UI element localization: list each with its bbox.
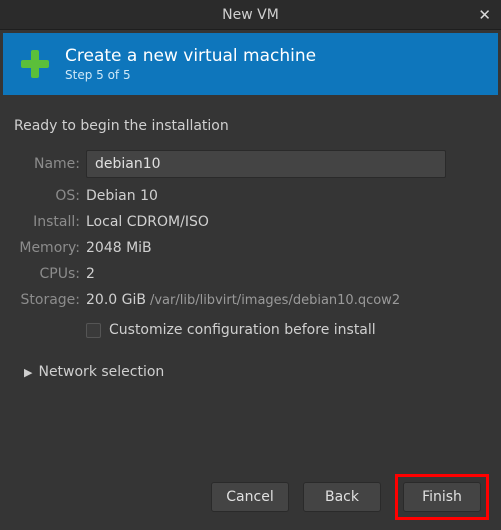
banner-text: Create a new virtual machine Step 5 of 5 xyxy=(65,46,316,82)
summary-fields: Name: OS: Debian 10 Install: Local CDROM… xyxy=(12,150,489,308)
customize-row[interactable]: Customize configuration before install xyxy=(86,322,489,338)
label-install: Install: xyxy=(12,214,80,230)
network-selection-label: Network selection xyxy=(38,364,164,380)
value-storage: 20.0 GiB/var/lib/libvirt/images/debian10… xyxy=(86,292,446,308)
name-input[interactable] xyxy=(86,150,446,178)
label-cpus: CPUs: xyxy=(12,266,80,282)
cancel-button[interactable]: Cancel xyxy=(211,482,289,512)
titlebar: New VM ✕ xyxy=(0,0,501,30)
label-storage: Storage: xyxy=(12,292,80,308)
network-selection-expander[interactable]: ▶ Network selection xyxy=(12,364,489,380)
finish-button[interactable]: Finish xyxy=(403,482,481,512)
banner-title: Create a new virtual machine xyxy=(65,46,316,66)
customize-label: Customize configuration before install xyxy=(109,322,376,338)
label-memory: Memory: xyxy=(12,240,80,256)
value-cpus: 2 xyxy=(86,266,446,282)
footer-buttons: Cancel Back Finish xyxy=(211,474,489,520)
back-button[interactable]: Back xyxy=(303,482,381,512)
finish-highlight: Finish xyxy=(395,474,489,520)
banner-step: Step 5 of 5 xyxy=(65,68,316,82)
value-memory: 2048 MiB xyxy=(86,240,446,256)
vm-plus-icon xyxy=(17,46,53,82)
content: Ready to begin the installation Name: OS… xyxy=(0,98,501,380)
customize-checkbox[interactable] xyxy=(86,323,101,338)
window-title: New VM xyxy=(222,7,279,23)
value-os: Debian 10 xyxy=(86,188,446,204)
chevron-right-icon: ▶ xyxy=(24,366,32,379)
wizard-banner: Create a new virtual machine Step 5 of 5 xyxy=(3,33,498,95)
value-install: Local CDROM/ISO xyxy=(86,214,446,230)
label-name: Name: xyxy=(12,156,80,172)
label-os: OS: xyxy=(12,188,80,204)
close-icon[interactable]: ✕ xyxy=(478,6,491,24)
storage-size: 20.0 GiB xyxy=(86,292,146,308)
storage-path: /var/lib/libvirt/images/debian10.qcow2 xyxy=(150,293,400,308)
ready-text: Ready to begin the installation xyxy=(12,118,489,134)
